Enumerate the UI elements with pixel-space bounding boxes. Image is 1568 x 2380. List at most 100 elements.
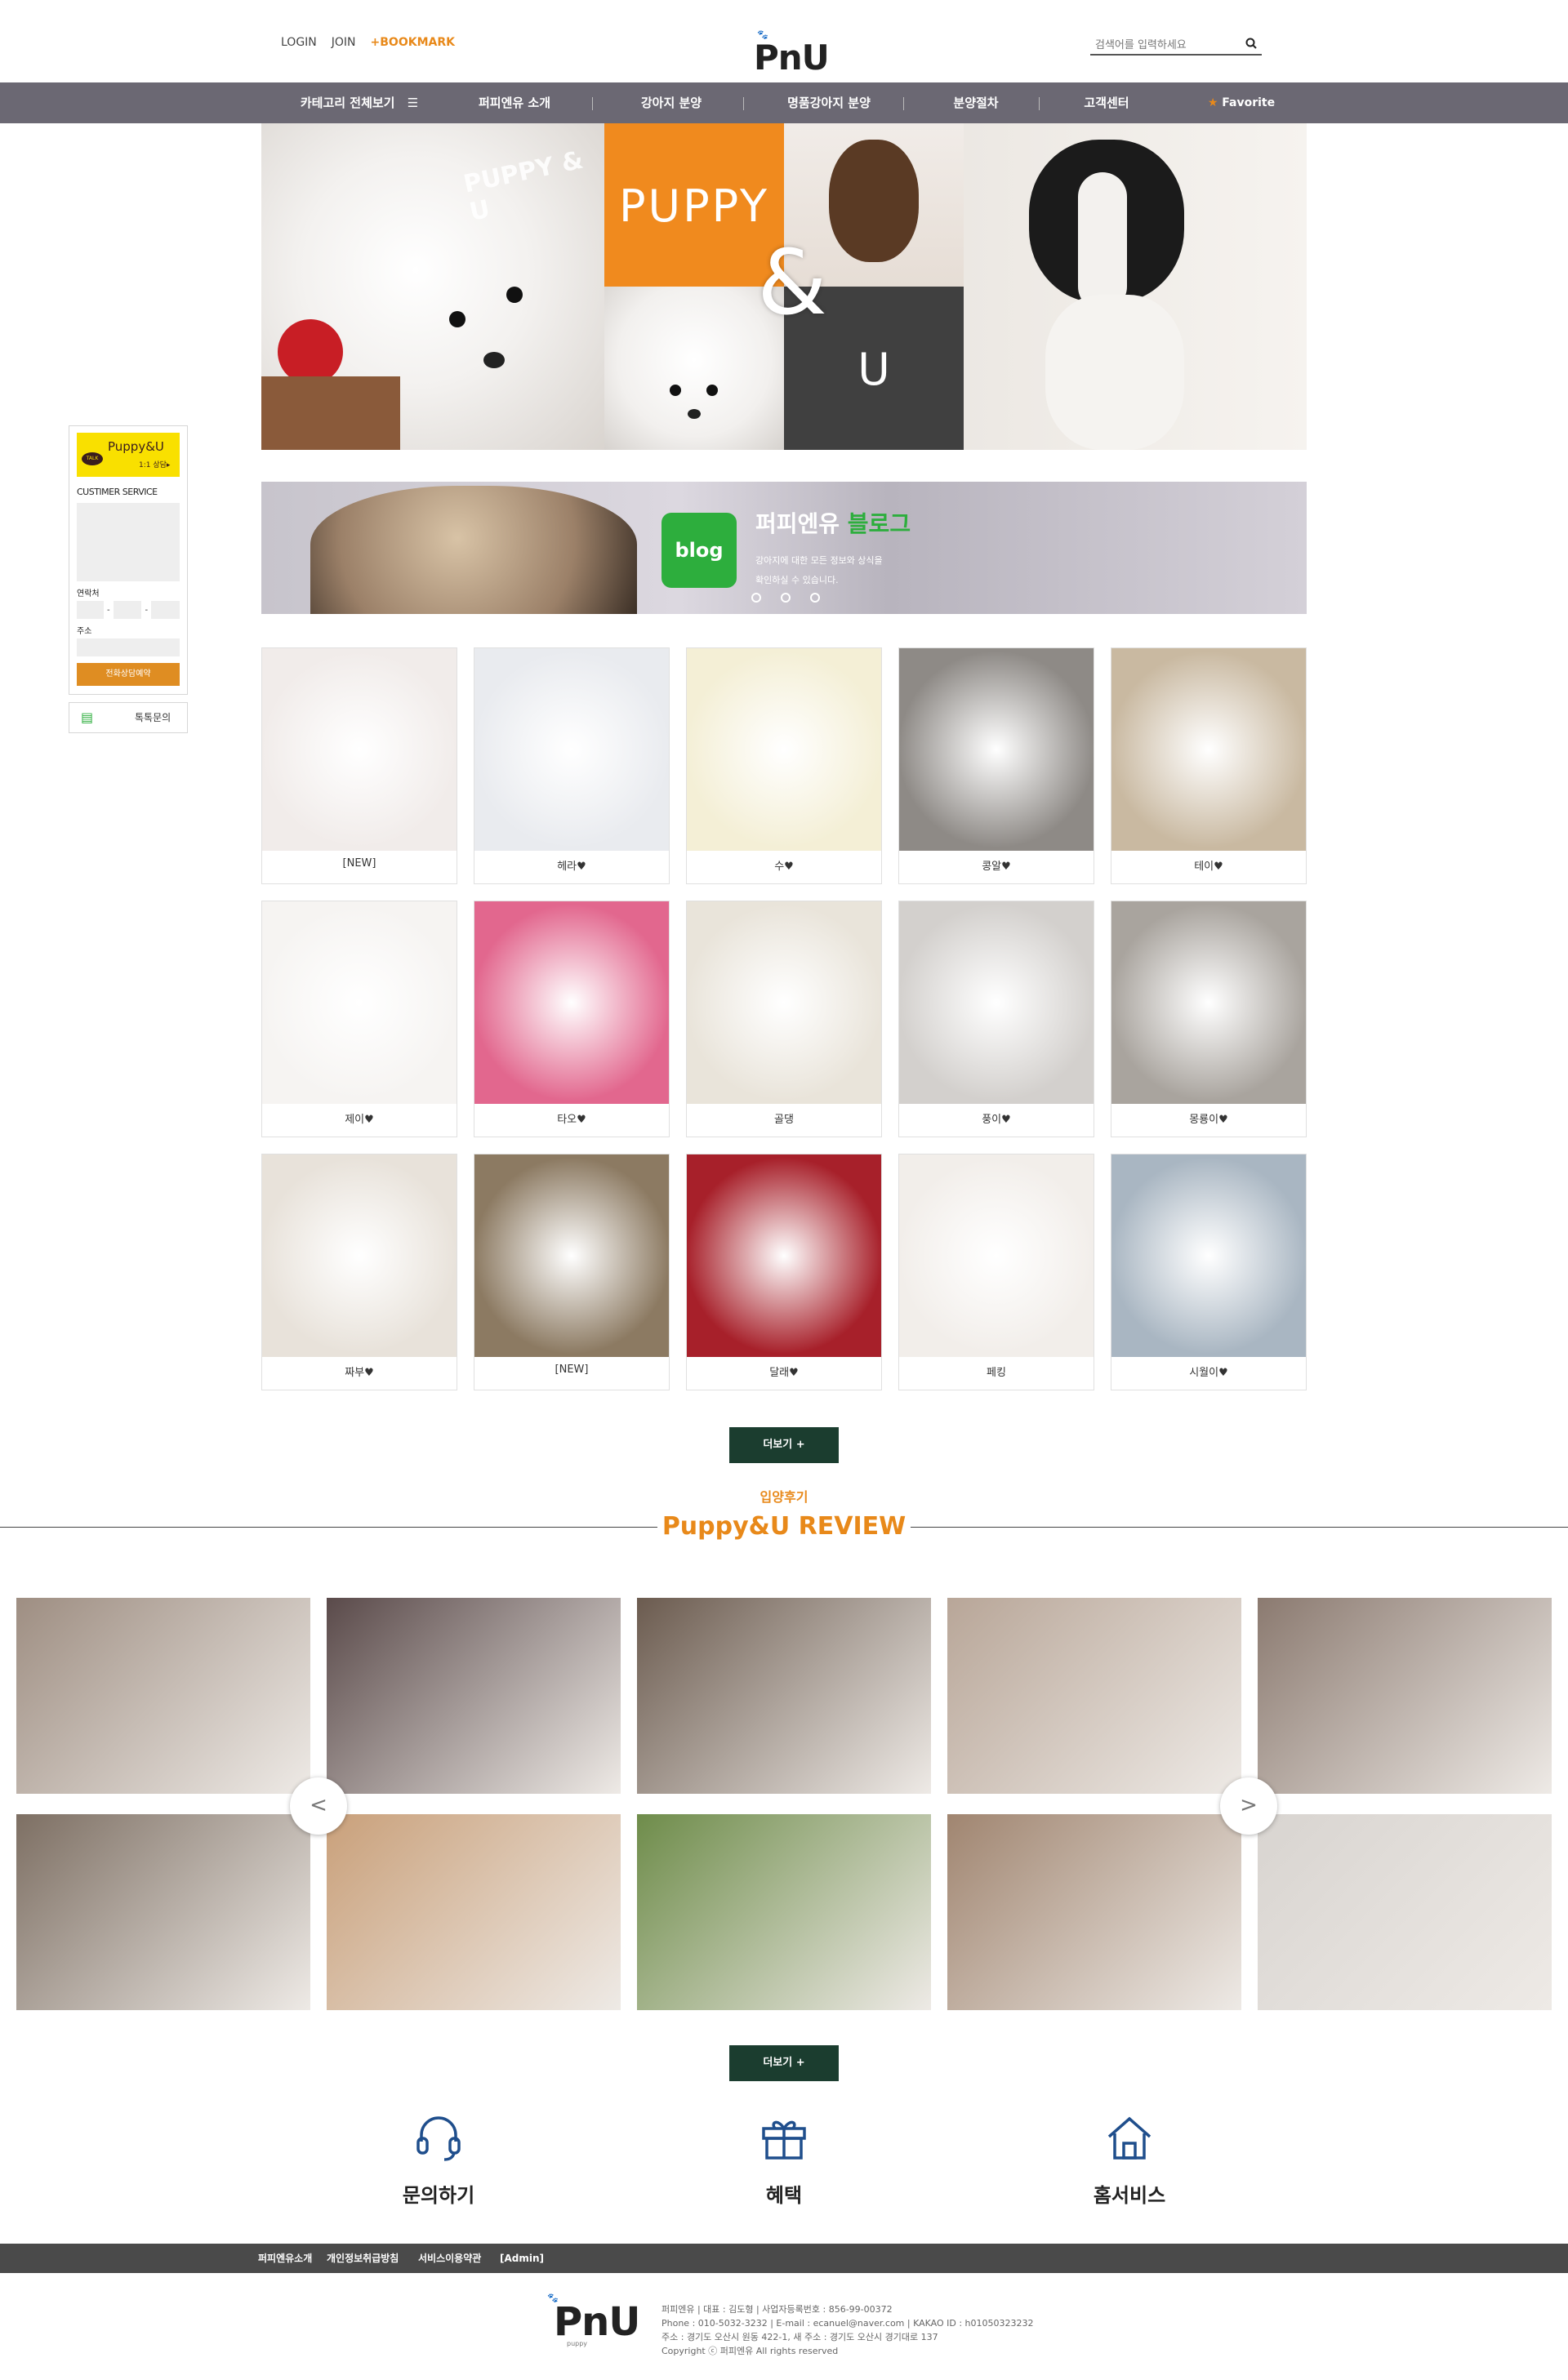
nav-item-intro[interactable]: 퍼피엔유 소개 [457,82,572,123]
product-card[interactable]: 수♥ [686,647,882,884]
review-photo[interactable] [16,1814,310,2010]
service-inquiry[interactable]: 문의하기 [357,2111,520,2208]
review-divider [911,1527,1568,1528]
blog-photo-pug [310,486,637,614]
product-card[interactable]: 골댕 [686,901,882,1137]
service-home[interactable]: 홈서비스 [1048,2111,1211,2208]
product-card[interactable]: 페킹 [898,1154,1094,1390]
review-photo[interactable] [637,1814,931,2010]
nav-divider [1039,97,1040,110]
product-name: 풍이♥ [982,1114,1011,1126]
product-photo [474,1154,669,1357]
footer-logo-small: puppy [567,2340,588,2347]
pagination-dot[interactable] [751,593,761,603]
kakao-talk-banner[interactable]: TALK Puppy&U 1:1 상담▸ [77,433,180,477]
review-prev-button[interactable]: < [290,1777,347,1835]
footer-link-admin[interactable]: [Admin] [500,2244,544,2273]
phone-dash: - [145,605,149,615]
product-card[interactable]: 타오♥ [474,901,670,1137]
review-photo[interactable] [947,1814,1241,2010]
phone-input-group: - - [77,601,180,619]
product-card[interactable]: [NEW] [261,647,457,884]
review-photo[interactable] [1258,1598,1552,1794]
nav-item-premium[interactable]: 명품강아지 분양 [772,82,886,123]
product-name: 몽룡이♥ [1189,1114,1228,1126]
more-reviews-button[interactable]: 더보기 + [729,2045,839,2081]
product-card[interactable]: 풍이♥ [898,901,1094,1137]
footer-copyright: Copyright ⓒ 퍼피엔유 All rights reserved [662,2346,839,2356]
hero-banner[interactable]: PUPPY & U PUPPY U & [261,123,1307,450]
login-link[interactable]: LOGIN [281,36,317,49]
phone-input-3[interactable] [151,601,180,619]
product-name: 골댕 [774,1114,794,1126]
star-icon: ★ [1207,96,1218,109]
service-benefit-label: 혜택 [765,2184,803,2207]
talktalk-label: 톡톡문의 [135,712,172,723]
review-next-button[interactable]: > [1220,1777,1277,1835]
product-name: 시월이♥ [1189,1367,1228,1379]
product-photo [687,901,881,1104]
review-photo[interactable] [16,1598,310,1794]
review-photo[interactable] [637,1598,931,1794]
nav-divider [592,97,593,110]
product-card[interactable]: 짜부♥ [261,1154,457,1390]
product-card[interactable]: 테이♥ [1111,647,1307,884]
footer-info-line: Phone : 010-5032-3232 | E-mail : ecanuel… [662,2318,1034,2329]
search-input[interactable]: 검색어를 입력하세요 [1095,36,1187,51]
gift-icon [762,2120,806,2160]
review-photo[interactable] [1258,1814,1552,2010]
product-name: [NEW] [555,1363,589,1376]
product-name: 헤라♥ [557,861,586,873]
hero-puppy-text: PUPPY [618,180,769,232]
footer-logo: 🐾 PnU puppy [539,2293,653,2350]
site-logo[interactable]: 🐾 PnU [739,26,830,78]
product-name: 콩알♥ [982,861,1011,873]
review-photo[interactable] [947,1598,1241,1794]
phone-input-1[interactable] [77,601,104,619]
phone-reserve-button[interactable]: 전화상담예약 [77,663,180,686]
join-link[interactable]: JOIN [332,36,356,49]
bookmark-link[interactable]: +BOOKMARK [371,36,455,49]
phone-input-2[interactable] [113,601,142,619]
hero-photo-white-puppy: PUPPY & U [261,123,604,450]
nav-item-puppy[interactable]: 강아지 분양 [622,82,720,123]
nav-item-process[interactable]: 분양절차 [931,82,1021,123]
search-box[interactable]: 검색어를 입력하세요 [1090,33,1262,56]
product-card[interactable]: 콩알♥ [898,647,1094,884]
hero-amp-text: & [757,230,827,335]
search-icon[interactable] [1245,38,1257,49]
review-divider [0,1527,657,1528]
nav-favorite[interactable]: ★ Favorite [1192,82,1290,123]
product-card[interactable]: 달래♥ [686,1154,882,1390]
blog-banner[interactable]: blog 퍼피엔유 블로그 강아지에 대한 모든 정보와 상식을 확인하실 수 … [261,482,1307,614]
blog-title: 퍼피엔유 블로그 [755,506,911,539]
home-icon [1107,2116,1152,2160]
sidebar-contact-label: 연락처 [77,589,100,598]
blog-desc-line: 확인하실 수 있습니다. [755,575,839,585]
footer-link-terms[interactable]: 서비스이용약관 [418,2244,481,2273]
talktalk-inquiry-button[interactable]: ▤ 톡톡문의 [69,702,188,733]
product-photo [899,648,1094,851]
sidebar-brand: Puppy&U [108,439,164,454]
pagination-dot[interactable] [781,593,791,603]
product-card[interactable]: 몽룡이♥ [1111,901,1307,1137]
more-products-button[interactable]: 더보기 + [729,1427,839,1463]
product-card[interactable]: 시월이♥ [1111,1154,1307,1390]
product-card[interactable]: 헤라♥ [474,647,670,884]
nav-item-support[interactable]: 고객센터 [1062,82,1152,123]
product-card[interactable]: 제이♥ [261,901,457,1137]
nav-category-all[interactable]: 카테고리 전체보기 ☰ [286,82,433,123]
quick-consult-sidebar: TALK Puppy&U 1:1 상담▸ CUSTIMER SERVICE 연락… [69,425,188,695]
review-photo[interactable] [327,1814,621,2010]
consult-textarea[interactable] [77,503,180,581]
footer-link-intro[interactable]: 퍼피엔유소개 [258,2244,312,2273]
footer-info-line: 주소 : 경기도 오산시 원동 422-1, 새 주소 : 경기도 오산시 경기… [662,2332,938,2342]
footer-logo-text: PnU [554,2299,640,2345]
product-card[interactable]: [NEW] [474,1154,670,1390]
review-photo[interactable] [327,1598,621,1794]
service-benefit[interactable]: 혜택 [702,2111,866,2208]
pagination-dot[interactable] [810,593,820,603]
review-subtitle: 입양후기 [760,1489,808,1505]
footer-link-privacy[interactable]: 개인정보취급방침 [327,2244,399,2273]
address-input[interactable] [77,638,180,656]
